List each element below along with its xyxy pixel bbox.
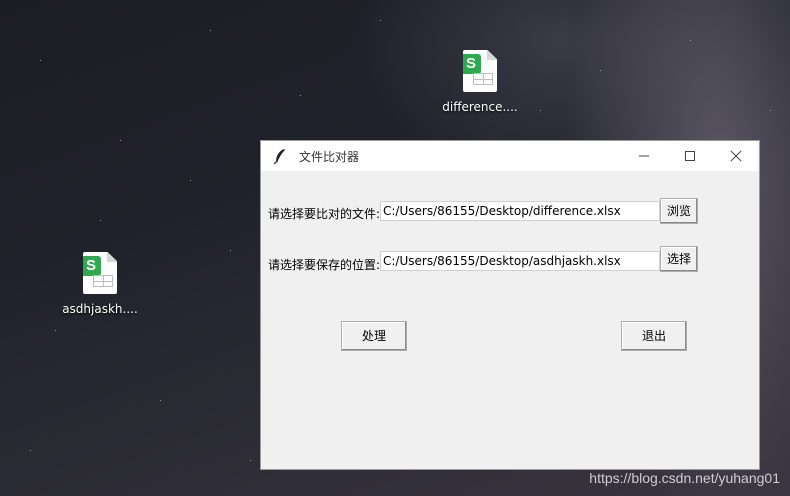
save-location-label: 请选择要保存的位置:: [268, 258, 381, 272]
desktop-file-difference[interactable]: S difference....: [438, 50, 522, 114]
select-button[interactable]: 选择: [660, 246, 698, 272]
window-title: 文件比对器: [299, 149, 360, 164]
minimize-button[interactable]: [621, 141, 667, 171]
watermark-text: https://blog.csdn.net/yuhang01: [589, 470, 780, 486]
desktop-file-asdhjaskh[interactable]: S asdhjaskh....: [58, 252, 142, 316]
maximize-button[interactable]: [667, 141, 713, 171]
browse-button[interactable]: 浏览: [660, 198, 698, 224]
spreadsheet-file-icon: S: [83, 252, 117, 294]
file-compare-window: 文件比对器 请选择要比对的文件: C:/Users/86155/Desktop/…: [260, 140, 760, 470]
close-button[interactable]: [713, 141, 759, 171]
compare-file-input[interactable]: C:/Users/86155/Desktop/difference.xlsx: [380, 201, 660, 221]
compare-file-label: 请选择要比对的文件:: [268, 207, 381, 221]
exit-button[interactable]: 退出: [621, 321, 687, 351]
save-location-input[interactable]: C:/Users/86155/Desktop/asdhjaskh.xlsx: [380, 251, 660, 271]
title-bar[interactable]: 文件比对器: [261, 141, 759, 171]
spreadsheet-file-icon: S: [463, 50, 497, 92]
process-button[interactable]: 处理: [341, 321, 407, 351]
minimize-icon: [639, 155, 649, 157]
feather-icon: [273, 149, 285, 165]
maximize-icon: [685, 151, 695, 161]
close-icon: [730, 150, 742, 162]
desktop-file-label: difference....: [442, 100, 518, 114]
desktop-file-label: asdhjaskh....: [62, 302, 138, 316]
